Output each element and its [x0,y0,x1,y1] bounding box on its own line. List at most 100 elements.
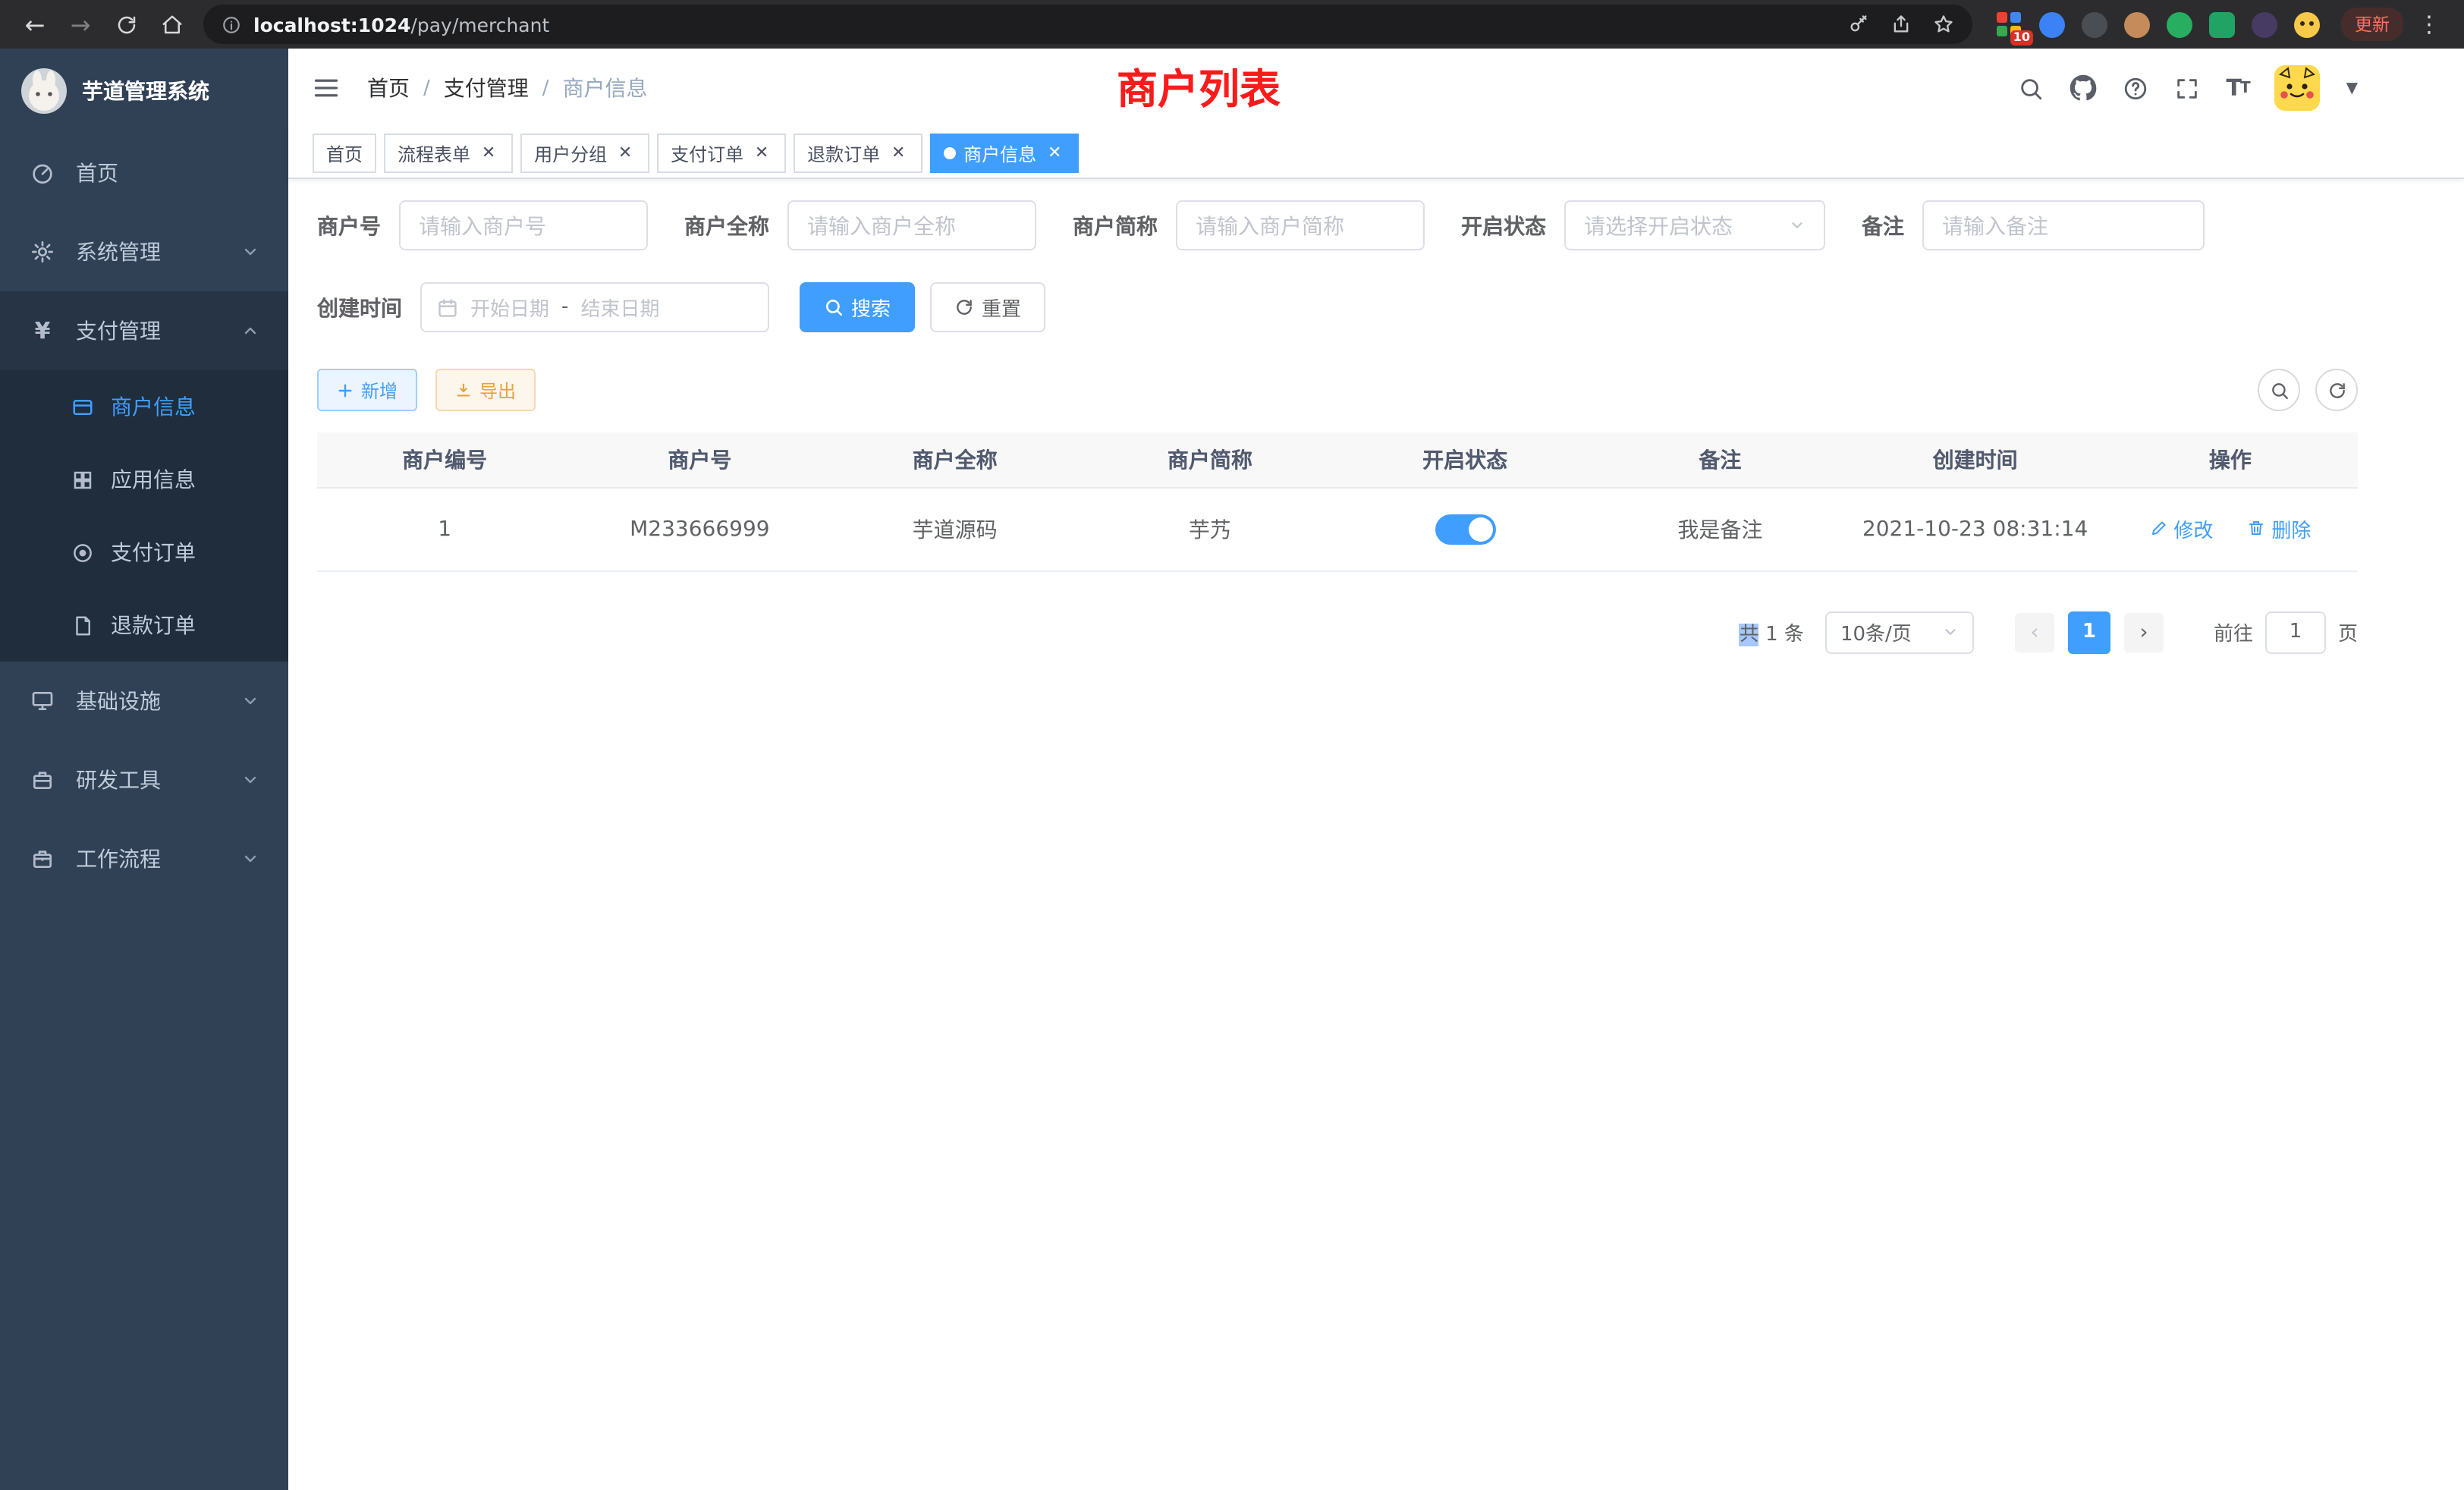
pagination: 共 1 条 10条/页 ‹ 1 › 前往 页 [317,611,2358,653]
browser-refresh-icon[interactable] [106,5,146,44]
ext-green-icon[interactable] [2167,11,2192,37]
tab-user-group[interactable]: 用户分组✕ [520,134,649,173]
page-content: 商户号 请输入商户号 商户全称 请输入商户全称 商户简称 请输入商户简称 开启状… [288,179,2464,653]
export-button[interactable]: 导出 [435,369,536,411]
short-name-label: 商户简称 [1073,210,1158,240]
sidebar-item-home[interactable]: 首页 [0,134,288,212]
merchant-table: 商户编号 商户号 商户全称 商户简称 开启状态 备注 创建时间 操作 1 [317,432,2358,571]
add-button[interactable]: 新增 [317,369,417,411]
date-range-picker[interactable]: 开始日期 - 结束日期 [420,282,769,332]
col-header: 商户全称 [828,432,1083,487]
goto-page: 前往 页 [2214,611,2358,653]
close-icon[interactable]: ✕ [751,143,772,164]
chevron-down-icon [241,771,259,789]
browser-back-icon[interactable]: ← [15,5,55,44]
status-toggle[interactable] [1435,514,1495,544]
search-button-label: 搜索 [851,293,891,322]
full-name-input[interactable]: 请输入商户全称 [787,200,1036,250]
sidebar-item-workflow[interactable]: 工作流程 [0,819,288,898]
tab-process-form[interactable]: 流程表单✕ [384,134,513,173]
tab-pay-order[interactable]: 支付订单 ✕ [657,134,786,173]
prev-page-button[interactable]: ‹ [2015,612,2054,652]
tab-merchant-info[interactable]: 商户信息✕ [930,134,1079,173]
toolbox-icon [29,768,56,792]
url-bar[interactable]: localhost:1024/pay/merchant [203,5,1972,44]
goto-page-input[interactable] [2265,611,2326,653]
col-header: 备注 [1592,432,1847,487]
merchant-no-input[interactable]: 请输入商户号 [399,200,648,250]
sidebar-item-payment[interactable]: ¥ 支付管理 [0,291,288,370]
bookmark-star-icon[interactable] [1933,14,1954,35]
total-count: 1 [1765,624,1778,646]
ext-blue-icon[interactable] [2039,11,2065,37]
status-select[interactable]: 请选择开启状态 [1564,200,1825,250]
sidebar-item-pay-order[interactable]: 支付订单 [0,516,288,589]
close-icon[interactable]: ✕ [1044,143,1065,164]
sidebar-item-refund-order[interactable]: 退款订单 [0,589,288,662]
remark-input[interactable]: 请输入备注 [1922,200,2205,250]
col-header: 商户编号 [317,432,572,487]
start-date-placeholder: 开始日期 [470,293,549,322]
extensions-menu-icon[interactable]: 10 [1997,11,2022,37]
page-size-select[interactable]: 10条/页 [1825,611,1974,653]
site-info-icon[interactable] [222,14,241,34]
ext-book-icon[interactable] [2209,11,2235,37]
sidebar-item-dev-tools[interactable]: 研发工具 [0,740,288,819]
short-name-input[interactable]: 请输入商户简称 [1176,200,1425,250]
sidebar-item-app-info[interactable]: 应用信息 [0,443,288,516]
tab-label: 支付订单 [671,140,743,166]
sidebar-item-infrastructure[interactable]: 基础设施 [0,662,288,740]
browser-update-button[interactable]: 更新 [2341,8,2403,41]
page-annotation: 商户列表 [1001,56,1396,115]
cell-create-time: 2021-10-23 08:31:14 [1848,487,2103,571]
github-icon[interactable] [2070,74,2097,102]
font-size-icon[interactable]: TT [2226,74,2249,102]
fullscreen-icon[interactable] [2174,75,2200,101]
screen: ← → localhost:1024/pay/merchant 10 [0,0,2464,1490]
navbar-search-icon[interactable] [2018,75,2044,101]
help-icon[interactable] [2123,75,2148,101]
chevron-down-icon[interactable]: ▼ [2346,80,2358,96]
tab-label: 首页 [326,140,363,166]
reset-button[interactable]: 重置 [930,282,1045,332]
status-label: 开启状态 [1461,210,1546,240]
app-logo[interactable]: 芋道管理系统 [0,49,288,134]
sidebar-item-merchant-info[interactable]: 商户信息 [0,370,288,443]
refresh-table-icon[interactable] [2315,369,2358,411]
ext-paw-icon[interactable] [2252,11,2277,37]
remark-label: 备注 [1862,210,1904,240]
close-icon[interactable]: ✕ [478,143,499,164]
close-icon[interactable]: ✕ [888,143,909,164]
password-key-icon[interactable] [1848,14,1869,35]
browser-forward-icon[interactable]: → [61,5,100,44]
gear-icon [29,240,56,264]
browser-chrome: ← → localhost:1024/pay/merchant 10 [0,0,2464,49]
app-title: 芋道管理系统 [82,76,209,106]
tag-view-bar: 首页 流程表单✕ 用户分组✕ 支付订单 ✕ 退款订单✕ 商户信息✕ [288,127,2464,179]
edit-link-label: 修改 [2173,514,2213,543]
sidebar-toggle-icon[interactable] [313,74,340,102]
add-button-label: 新增 [361,377,398,403]
user-avatar[interactable] [2275,65,2321,111]
breadcrumb-home[interactable]: 首页 [367,73,410,103]
next-page-button[interactable]: › [2124,612,2164,652]
breadcrumb-payment[interactable]: 支付管理 [444,73,529,103]
ext-dark-icon[interactable] [2082,11,2107,37]
browser-menu-icon[interactable]: ⋮ [2409,5,2449,44]
sidebar-item-system[interactable]: 系统管理 [0,212,288,291]
share-icon[interactable] [1890,14,1912,35]
browser-home-icon[interactable] [152,5,191,44]
ext-smiley-icon[interactable] [2294,11,2320,37]
page-number-1[interactable]: 1 [2068,611,2110,653]
tab-home[interactable]: 首页 [313,134,376,173]
table-row: 1 M233666999 芋道源码 芋艿 我是备注 2021-10-23 08:… [317,487,2358,571]
ext-avatar-icon[interactable] [2124,11,2150,37]
toggle-search-icon[interactable] [2258,369,2300,411]
tab-refund-order[interactable]: 退款订单✕ [794,134,922,173]
delete-link[interactable]: 删除 [2247,514,2311,543]
search-button[interactable]: 搜索 [800,282,915,332]
edit-link[interactable]: 修改 [2149,514,2213,543]
close-icon[interactable]: ✕ [614,143,636,164]
url-text: localhost:1024/pay/merchant [253,13,549,36]
sidebar-item-label: 商户信息 [111,391,196,422]
